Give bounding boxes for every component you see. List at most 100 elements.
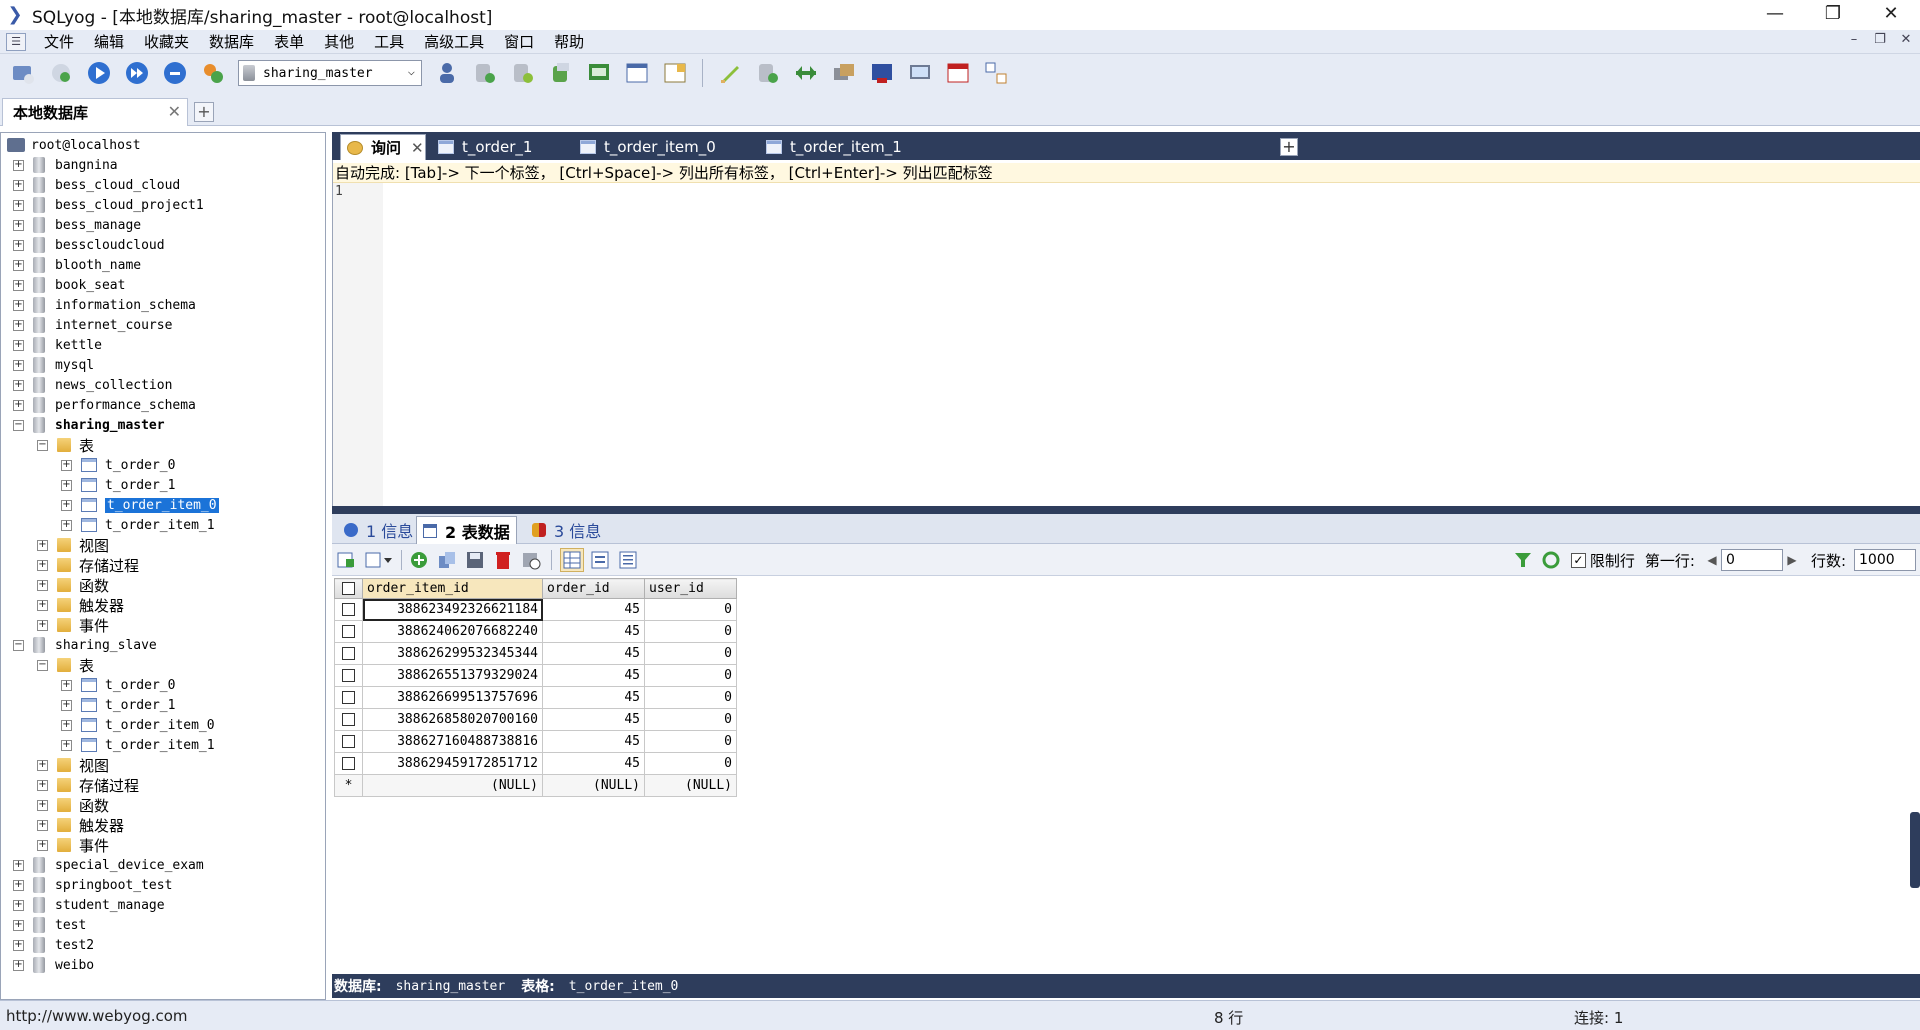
- grid-cell[interactable]: 45: [542, 642, 645, 665]
- tab-t-order-item-1[interactable]: t_order_item_1: [760, 134, 940, 160]
- expand-icon[interactable]: +: [13, 299, 24, 311]
- grid-cell[interactable]: 388629459172851712: [362, 752, 543, 775]
- table-row[interactable]: 388626299532345344 45 0: [334, 642, 737, 665]
- expand-icon[interactable]: +: [13, 179, 24, 191]
- expand-icon[interactable]: +: [37, 619, 48, 631]
- grid-cell[interactable]: 0: [644, 752, 737, 775]
- grid-cell[interactable]: 388626858020700160: [362, 708, 543, 731]
- grid-cell[interactable]: 388624062076682240: [362, 620, 543, 643]
- expand-icon[interactable]: +: [13, 199, 24, 211]
- tree-folder-tables[interactable]: − 表: [37, 435, 94, 455]
- expand-icon[interactable]: +: [37, 759, 48, 771]
- tree-database[interactable]: + springboot_test: [13, 875, 172, 895]
- tree-database[interactable]: + mysql: [13, 355, 94, 375]
- expand-icon[interactable]: +: [61, 459, 72, 471]
- expand-icon[interactable]: +: [13, 159, 24, 171]
- scrollbar-thumb[interactable]: [1910, 812, 1920, 888]
- menu-advanced-tools[interactable]: 高级工具: [414, 30, 494, 54]
- limit-rows-checkbox[interactable]: ✓: [1570, 552, 1586, 568]
- expand-icon[interactable]: +: [13, 279, 24, 291]
- tree-folder[interactable]: + 存储过程: [37, 555, 139, 575]
- tree-table[interactable]: + t_order_1: [61, 475, 175, 495]
- tree-database[interactable]: + performance_schema: [13, 395, 196, 415]
- row-count-input[interactable]: [1854, 549, 1916, 571]
- grid-cell[interactable]: 0: [644, 598, 737, 621]
- import-dropdown-button[interactable]: [362, 548, 396, 572]
- close-window-button[interactable]: ✕: [1862, 0, 1920, 30]
- grid-cell[interactable]: 388623492326621184: [362, 598, 543, 621]
- menu-help[interactable]: 帮助: [544, 30, 594, 54]
- grid-view-button[interactable]: [560, 547, 584, 572]
- tab-t-order-1[interactable]: t_order_1: [432, 134, 568, 160]
- menu-edit[interactable]: 编辑: [84, 30, 134, 54]
- expand-icon[interactable]: +: [13, 339, 24, 351]
- expand-icon[interactable]: +: [13, 399, 24, 411]
- alter-database-button[interactable]: [507, 57, 539, 89]
- tab-t-order-item-0[interactable]: t_order_item_0: [574, 134, 754, 160]
- grid-cell[interactable]: 45: [542, 708, 645, 731]
- delete-row-button[interactable]: [491, 548, 515, 572]
- expand-icon[interactable]: +: [61, 719, 72, 731]
- tree-folder[interactable]: + 函数: [37, 795, 109, 815]
- select-all-checkbox[interactable]: [334, 578, 363, 599]
- collapse-icon[interactable]: −: [13, 639, 24, 651]
- table-row[interactable]: 388624062076682240 45 0: [334, 620, 737, 643]
- expand-icon[interactable]: +: [37, 579, 48, 591]
- table-row[interactable]: 388626699513757696 45 0: [334, 686, 737, 709]
- menu-window[interactable]: 窗口: [494, 30, 544, 54]
- tree-folder[interactable]: + 函数: [37, 575, 109, 595]
- add-row-button[interactable]: [407, 548, 431, 572]
- expand-icon[interactable]: +: [13, 959, 24, 971]
- tree-database[interactable]: + special_device_exam: [13, 855, 204, 875]
- expand-icon[interactable]: +: [61, 699, 72, 711]
- grid-cell[interactable]: 388626551379329024: [362, 664, 543, 687]
- row-checkbox[interactable]: [334, 664, 363, 687]
- row-checkbox[interactable]: [334, 730, 363, 753]
- collapse-icon[interactable]: −: [13, 419, 24, 431]
- menu-tools[interactable]: 工具: [364, 30, 414, 54]
- expand-icon[interactable]: +: [61, 739, 72, 751]
- connection-tab[interactable]: 本地数据库 ✕: [2, 98, 188, 126]
- grid-cell-null[interactable]: (NULL): [362, 774, 543, 797]
- expand-icon[interactable]: +: [13, 239, 24, 251]
- tree-database[interactable]: + book_seat: [13, 275, 125, 295]
- table-row[interactable]: 388626551379329024 45 0: [334, 664, 737, 687]
- expand-icon[interactable]: +: [37, 539, 48, 551]
- expand-icon[interactable]: +: [61, 479, 72, 491]
- duplicate-row-button[interactable]: [435, 548, 459, 572]
- expand-icon[interactable]: +: [13, 919, 24, 931]
- new-connection-button[interactable]: [7, 57, 39, 89]
- row-checkbox[interactable]: [334, 620, 363, 643]
- tree-database[interactable]: + blooth_name: [13, 255, 141, 275]
- collapse-icon[interactable]: −: [37, 439, 48, 451]
- tree-table[interactable]: + t_order_item_1: [61, 735, 215, 755]
- webyog-link[interactable]: http://www.webyog.com: [6, 1007, 188, 1025]
- schema-designer-button[interactable]: [980, 57, 1012, 89]
- refresh-grid-button[interactable]: [1539, 548, 1563, 572]
- row-checkbox[interactable]: [334, 686, 363, 709]
- schema-sync-button[interactable]: [752, 57, 784, 89]
- import-external-button[interactable]: [866, 57, 898, 89]
- copy-database-button[interactable]: [828, 57, 860, 89]
- tree-folder[interactable]: + 触发器: [37, 595, 124, 615]
- grid-cell[interactable]: 45: [542, 730, 645, 753]
- tree-folder[interactable]: + 事件: [37, 835, 109, 855]
- tree-database[interactable]: + bess_manage: [13, 215, 141, 235]
- menu-favorites[interactable]: 收藏夹: [134, 30, 199, 54]
- table-row[interactable]: 388626858020700160 45 0: [334, 708, 737, 731]
- expand-icon[interactable]: +: [61, 499, 72, 511]
- expand-icon[interactable]: +: [13, 859, 24, 871]
- tree-folder[interactable]: + 触发器: [37, 815, 124, 835]
- maximize-button[interactable]: ❐: [1804, 0, 1862, 30]
- query-builder-button[interactable]: [714, 57, 746, 89]
- expand-icon[interactable]: +: [37, 599, 48, 611]
- notifications-button[interactable]: [942, 57, 974, 89]
- grid-cell[interactable]: 388627160488738816: [362, 730, 543, 753]
- table-row[interactable]: 388623492326621184 45 0: [334, 598, 737, 621]
- export-button[interactable]: [334, 548, 358, 572]
- minimize-button[interactable]: —: [1746, 0, 1804, 30]
- execute-all-button[interactable]: [121, 57, 153, 89]
- row-checkbox[interactable]: [334, 752, 363, 775]
- tree-database[interactable]: + news_collection: [13, 375, 172, 395]
- tree-database[interactable]: + test2: [13, 935, 94, 955]
